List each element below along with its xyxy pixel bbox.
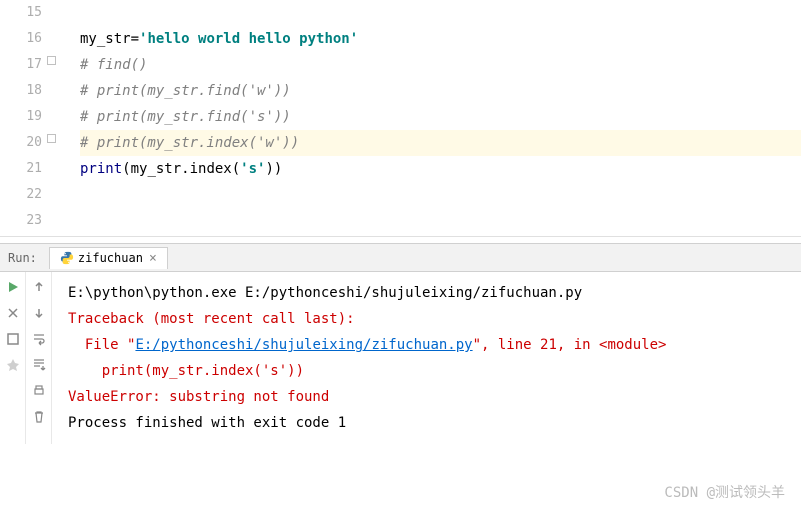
console-line: Process finished with exit code 1 (68, 410, 793, 436)
scroll-to-end-icon[interactable] (30, 356, 48, 374)
console-error-line: Traceback (most recent call last): (68, 306, 793, 332)
code-line-current: # print(my_str.index('w')) (80, 130, 801, 156)
pane-divider[interactable] (0, 236, 801, 244)
code-line: # print(my_str.find('s')) (80, 104, 801, 130)
line-number: 18 (0, 78, 42, 104)
console-output[interactable]: E:\python\python.exe E:/pythonceshi/shuj… (52, 272, 801, 444)
stop-icon[interactable] (4, 330, 22, 348)
fold-icon[interactable] (47, 134, 56, 143)
tab-title: zifuchuan (78, 251, 143, 265)
line-number: 15 (0, 0, 42, 26)
line-number: 17 (0, 52, 42, 78)
line-number: 19 (0, 104, 42, 130)
file-link[interactable]: E:/pythonceshi/shujuleixing/zifuchuan.py (135, 337, 472, 353)
run-header: Run: zifuchuan × (0, 244, 801, 272)
code-editor: 15 16 17 18 19 20 21 22 23 my_str='hello… (0, 0, 801, 236)
soft-wrap-icon[interactable] (30, 330, 48, 348)
line-number: 22 (0, 182, 42, 208)
code-line: my_str='hello world hello python' (80, 26, 801, 52)
console-error-line: File "E:/pythonceshi/shujuleixing/zifuch… (68, 332, 793, 358)
line-number: 23 (0, 208, 42, 234)
run-toolbar-left (0, 272, 26, 444)
run-toolbar-right (26, 272, 52, 444)
code-line: # print(my_str.find('w')) (80, 78, 801, 104)
line-number: 21 (0, 156, 42, 182)
console-line: E:\python\python.exe E:/pythonceshi/shuj… (68, 280, 793, 306)
console-error-line: print(my_str.index('s')) (68, 358, 793, 384)
run-icon[interactable] (4, 278, 22, 296)
line-number: 20 (0, 130, 42, 156)
run-tab[interactable]: zifuchuan × (49, 247, 168, 269)
rerun-icon[interactable] (4, 304, 22, 322)
print-icon[interactable] (30, 382, 48, 400)
pin-icon[interactable] (4, 356, 22, 374)
trash-icon[interactable] (30, 408, 48, 426)
console-error-line: ValueError: substring not found (68, 384, 793, 410)
line-gutter: 15 16 17 18 19 20 21 22 23 (0, 0, 60, 236)
code-line: # find() (80, 52, 801, 78)
python-file-icon (60, 251, 74, 265)
code-line (80, 182, 801, 208)
code-area[interactable]: my_str='hello world hello python' # find… (60, 0, 801, 236)
run-panel: Run: zifuchuan × E:\python\python.exe E:… (0, 244, 801, 444)
watermark: CSDN @测试领头羊 (664, 482, 785, 502)
code-line (80, 208, 801, 234)
code-line (80, 0, 801, 26)
close-icon[interactable]: × (149, 251, 157, 266)
run-label: Run: (0, 251, 45, 265)
line-number: 16 (0, 26, 42, 52)
fold-icon[interactable] (47, 56, 56, 65)
code-line: print(my_str.index('s')) (80, 156, 801, 182)
up-icon[interactable] (30, 278, 48, 296)
down-icon[interactable] (30, 304, 48, 322)
